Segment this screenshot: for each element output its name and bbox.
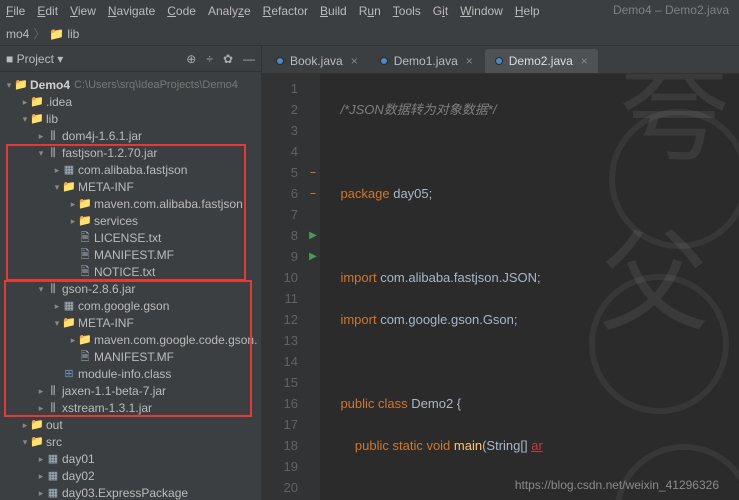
tree-jaxen[interactable]: ▸⫼jaxen-1.1-beta-7.jar (0, 382, 261, 399)
menu-file[interactable]: File (6, 4, 25, 18)
menu-git[interactable]: Git (433, 4, 448, 18)
gear-icon[interactable]: ✿ (223, 52, 233, 66)
tree-lib[interactable]: ▾📁lib (0, 110, 261, 127)
breadcrumb-folder[interactable]: lib (67, 27, 79, 41)
folder-icon: 📁 (49, 27, 64, 41)
java-file-icon (276, 57, 284, 65)
menu-refactor[interactable]: Refactor (263, 4, 308, 18)
tab-demo2[interactable]: Demo2.java× (485, 49, 598, 73)
menu-bar: File Edit View Navigate Code Analyze Ref… (0, 0, 739, 22)
tree-fj-manifest[interactable]: 🗎MANIFEST.MF (0, 246, 261, 263)
breadcrumb-sep: 〉 (33, 25, 45, 42)
tree-gs-meta[interactable]: ▾📁META-INF (0, 314, 261, 331)
tree-idea[interactable]: ▸📁.idea (0, 93, 261, 110)
window-title: Demo4 – Demo2.java (613, 3, 729, 17)
tree-day03[interactable]: ▸▦day03.ExpressPackage (0, 484, 261, 500)
project-tool-window: ■ Project ▾ ⊕ ÷ ✿ — ▾📁 Demo4 C:\Users\sr… (0, 46, 262, 500)
code-content[interactable]: /*JSON数据转为对象数据*/ package day05; import c… (320, 74, 739, 500)
tool-window-title[interactable]: ■ Project ▾ (6, 52, 63, 66)
tree-day02[interactable]: ▸▦day02 (0, 467, 261, 484)
tool-icon-collapse[interactable]: ÷ (206, 52, 213, 66)
hide-icon[interactable]: — (243, 52, 255, 66)
menu-build[interactable]: Build (320, 4, 347, 18)
tab-demo1[interactable]: Demo1.java× (370, 49, 483, 73)
menu-help[interactable]: Help (515, 4, 540, 18)
breadcrumb: mo4 〉 📁 lib (0, 22, 739, 46)
close-icon[interactable]: × (581, 54, 588, 68)
menu-navigate[interactable]: Navigate (108, 4, 155, 18)
editor-tabs: Book.java× Demo1.java× Demo2.java× (262, 46, 739, 74)
tool-window-header: ■ Project ▾ ⊕ ÷ ✿ — (0, 46, 261, 72)
breadcrumb-project[interactable]: mo4 (6, 27, 29, 41)
java-file-icon (495, 57, 503, 65)
tree-fj-services[interactable]: ▸📁services (0, 212, 261, 229)
blog-watermark: https://blog.csdn.net/weixin_41296326 (515, 478, 719, 492)
editor-area: Book.java× Demo1.java× Demo2.java× 12345… (262, 46, 739, 500)
tree-root[interactable]: ▾📁 Demo4 C:\Users\srq\IdeaProjects\Demo4 (0, 76, 261, 93)
tree-xstream[interactable]: ▸⫼xstream-1.3.1.jar (0, 399, 261, 416)
menu-window[interactable]: Window (460, 4, 503, 18)
tree-dom4j[interactable]: ▸⫼dom4j-1.6.1.jar (0, 127, 261, 144)
tree-gs-maven[interactable]: ▸📁maven.com.google.code.gson. (0, 331, 261, 348)
tree-gs-manifest[interactable]: 🗎MANIFEST.MF (0, 348, 261, 365)
java-file-icon (380, 57, 388, 65)
tree-fj-meta[interactable]: ▾📁META-INF (0, 178, 261, 195)
tree-fj-pkg[interactable]: ▸▦com.alibaba.fastjson (0, 161, 261, 178)
main-area: ■ Project ▾ ⊕ ÷ ✿ — ▾📁 Demo4 C:\Users\sr… (0, 46, 739, 500)
close-icon[interactable]: × (351, 54, 358, 68)
tree-out[interactable]: ▸📁out (0, 416, 261, 433)
menu-analyze[interactable]: Analyze (208, 4, 251, 18)
project-tree[interactable]: ▾📁 Demo4 C:\Users\srq\IdeaProjects\Demo4… (0, 72, 261, 500)
menu-tools[interactable]: Tools (393, 4, 421, 18)
tree-fj-license[interactable]: 🗎LICENSE.txt (0, 229, 261, 246)
tree-gson[interactable]: ▾⫼gson-2.8.6.jar (0, 280, 261, 297)
tree-gs-pkg[interactable]: ▸▦com.google.gson (0, 297, 261, 314)
tree-src[interactable]: ▾📁src (0, 433, 261, 450)
close-icon[interactable]: × (466, 54, 473, 68)
menu-view[interactable]: View (70, 4, 96, 18)
gutter-marks: ⎯⎯ ▶▶ (306, 74, 320, 500)
menu-code[interactable]: Code (167, 4, 196, 18)
menu-edit[interactable]: Edit (37, 4, 58, 18)
tree-day01[interactable]: ▸▦day01 (0, 450, 261, 467)
tree-fj-notice[interactable]: 🗎NOTICE.txt (0, 263, 261, 280)
tree-fastjson[interactable]: ▾⫼fastjson-1.2.70.jar (0, 144, 261, 161)
menu-run[interactable]: Run (359, 4, 381, 18)
line-gutter: 123456789101112131415161718192021 (262, 74, 306, 500)
code-area[interactable]: 123456789101112131415161718192021 ⎯⎯ ▶▶ … (262, 74, 739, 500)
tool-icon-target[interactable]: ⊕ (186, 52, 196, 66)
tab-book[interactable]: Book.java× (266, 49, 368, 73)
tree-gs-module[interactable]: ⊞module-info.class (0, 365, 261, 382)
tree-fj-maven[interactable]: ▸📁maven.com.alibaba.fastjson (0, 195, 261, 212)
